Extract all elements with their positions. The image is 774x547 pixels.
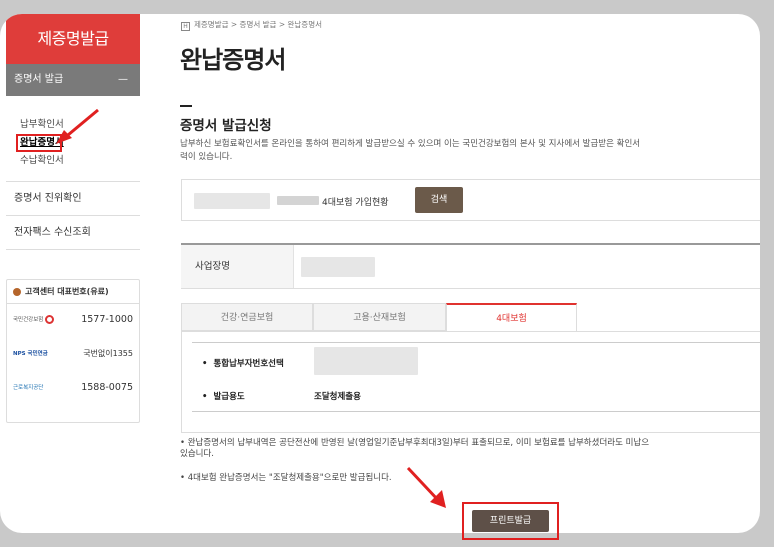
sidebar-title: 제증명발급 — [6, 14, 140, 64]
page-title: 완납증명서 — [180, 46, 286, 74]
issue-purpose-label: 발급용도 — [202, 390, 244, 402]
customer-center-label: 고객센터 대표번호(유료) — [25, 287, 109, 296]
page-card: 제증명발급 증명서 발급 — 납부확인서 완납증명서 수납확인서 증명서 진위확… — [0, 14, 760, 533]
business-name-value — [301, 257, 375, 277]
customer-center-title: 고객센터 대표번호(유료) — [7, 280, 139, 304]
nps-number: 국번없이1355 — [83, 349, 133, 358]
business-label: 사업장명 — [181, 245, 294, 288]
phone-icon — [13, 288, 21, 296]
search-box: 4대보험 가입현황 검색 — [181, 179, 760, 221]
tab-bar: 건강·연금보험 고용·산재보험 4대보험 — [181, 303, 760, 331]
nhis-logo-icon — [45, 315, 54, 324]
payer-number-select[interactable] — [314, 347, 418, 375]
customer-center-box: 고객센터 대표번호(유료) 국민건강보험 1577-1000 NPS 국민연금 … — [6, 279, 140, 423]
redacted-field — [277, 196, 319, 205]
print-button-highlight: 프린트발급 — [462, 502, 559, 540]
business-row: 사업장명 — [181, 243, 760, 289]
tab-employment-industrial[interactable]: 고용·산재보험 — [313, 303, 446, 331]
search-label: 4대보험 가입현황 — [322, 198, 389, 208]
redacted-field[interactable] — [194, 193, 270, 209]
customer-center-row: 국민건강보험 1577-1000 — [7, 306, 139, 336]
search-button[interactable]: 검색 — [415, 187, 463, 213]
breadcrumb-text: 제증명발급 > 증명서 발급 > 완납증명서 — [194, 20, 322, 29]
pointer-arrow-icon — [56, 108, 99, 144]
panel-table: 통합납부자번호선택 발급용도 조달청제출용 — [192, 342, 760, 412]
nhis-logo: 국민건강보험 — [13, 317, 44, 323]
comwel-logo: 근로복지공단 — [13, 385, 44, 391]
notice-line: • 완납증명서의 납부내역은 공단전산에 반영된 날(영업일기준납부후최대3일)… — [180, 438, 650, 448]
notice-line: 있습니다. — [180, 449, 214, 459]
sidebar-section-header[interactable]: 증명서 발급 — — [6, 64, 140, 96]
section-title: 증명서 발급신청 — [180, 118, 272, 134]
customer-center-row: NPS 국민연금 국번없이1355 — [7, 340, 139, 370]
issue-purpose-value: 조달청제출용 — [314, 392, 361, 402]
nhis-number: 1577-1000 — [81, 314, 133, 325]
description-line: 납부하신 보험료확인서를 온라인을 통하여 편리하게 발급받으실 수 있으며 이… — [180, 139, 641, 149]
print-issue-button[interactable]: 프린트발급 — [472, 510, 549, 532]
customer-center-row: 근로복지공단 1588-0075 — [7, 374, 139, 404]
description: 납부하신 보험료확인서를 온라인을 통하여 편리하게 발급받으실 수 있으며 이… — [180, 138, 760, 164]
description-line: 력이 있습니다. — [180, 152, 233, 162]
comwel-number: 1588-0075 — [81, 382, 133, 393]
tab-four-insurances[interactable]: 4대보험 — [446, 303, 577, 331]
sidebar-item-fax-inquiry[interactable]: 전자팩스 수신조회 — [6, 216, 140, 250]
collapse-icon[interactable]: — — [118, 64, 128, 96]
tab-panel: 통합납부자번호선택 발급용도 조달청제출용 — [181, 331, 760, 433]
tab-health-pension[interactable]: 건강·연금보험 — [181, 303, 313, 331]
section-divider — [180, 105, 192, 107]
notice-line: • 4대보험 완납증명서는 "조달청제출용"으로만 발급됩니다. — [180, 473, 392, 483]
payer-number-label: 통합납부자번호선택 — [202, 357, 283, 369]
home-icon[interactable]: H — [181, 22, 190, 31]
pointer-arrow-icon — [406, 466, 446, 508]
sidebar-section-label: 증명서 발급 — [14, 74, 64, 85]
sidebar-item-receipt-confirmation[interactable]: 수납확인서 — [20, 152, 64, 166]
sidebar-item-verify-certificate[interactable]: 증명서 진위확인 — [6, 182, 140, 216]
nps-logo: NPS 국민연금 — [13, 351, 48, 357]
breadcrumb: H 제증명발급 > 증명서 발급 > 완납증명서 — [181, 19, 322, 31]
